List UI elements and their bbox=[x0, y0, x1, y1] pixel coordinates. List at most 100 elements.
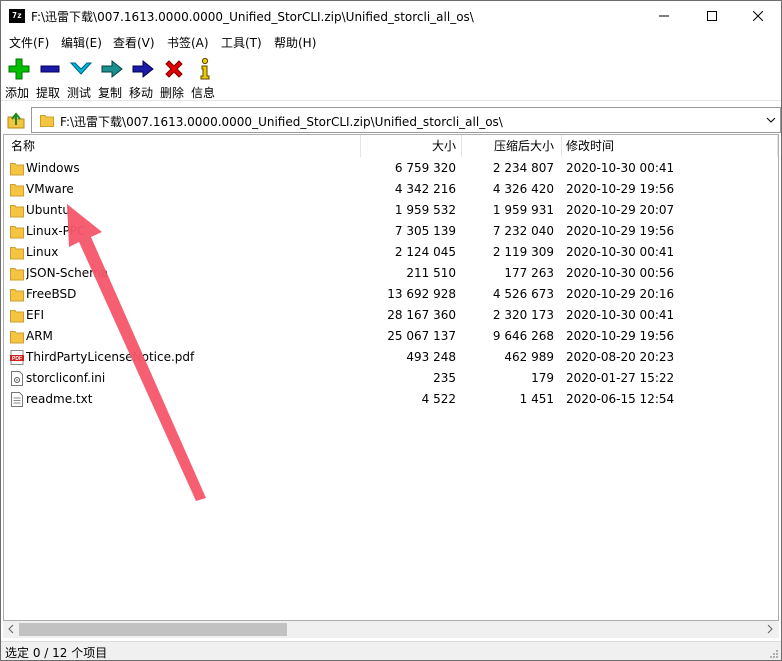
file-name: Linux bbox=[26, 245, 59, 259]
text-file-icon bbox=[11, 392, 23, 407]
app-window: 7z F:\迅雷下载\007.1613.0000.0000_Unified_St… bbox=[0, 0, 782, 661]
file-name: JSON-Schema bbox=[26, 266, 109, 280]
table-row[interactable]: Windows 6 759 320 2 234 807 2020-10-30 00:4… bbox=[4, 158, 778, 179]
table-row[interactable]: JSON-Schema 211 510 177 263 2020-10-30 00:5… bbox=[4, 263, 778, 284]
chevron-down-icon[interactable] bbox=[765, 114, 777, 126]
file-packed-size: 4 526 673 bbox=[492, 287, 554, 301]
file-name: ARM bbox=[26, 329, 53, 343]
copy-button[interactable]: 复制 bbox=[98, 55, 130, 100]
column-size[interactable]: 大小 bbox=[364, 135, 456, 157]
file-packed-size: 1 451 bbox=[519, 392, 554, 406]
move-label: 移动 bbox=[129, 86, 154, 100]
menu-bookmarks[interactable]: 书签(A) bbox=[167, 34, 209, 51]
column-divider[interactable] bbox=[461, 135, 462, 157]
column-divider[interactable] bbox=[561, 135, 562, 157]
file-packed-size: 2 119 309 bbox=[492, 245, 554, 259]
test-button[interactable]: 测试 bbox=[67, 55, 99, 100]
file-packed-size: 177 263 bbox=[504, 266, 554, 280]
menu-file[interactable]: 文件(F) bbox=[9, 34, 49, 51]
table-row[interactable]: Linux-PPC 7 305 139 7 232 040 2020-10-29 19… bbox=[4, 221, 778, 242]
column-modified[interactable]: 修改时间 bbox=[566, 135, 614, 157]
table-row[interactable]: Ubuntu 1 959 532 1 959 931 2020-10-29 20:07 bbox=[4, 200, 778, 221]
file-modified: 2020-10-29 19:56 bbox=[566, 182, 675, 196]
maximize-button[interactable] bbox=[689, 1, 735, 31]
file-name: Ubuntu bbox=[26, 203, 70, 217]
folder-icon bbox=[10, 247, 24, 260]
address-path: F:\迅雷下载\007.1613.0000.0000_Unified_StorC… bbox=[60, 115, 503, 129]
delete-icon bbox=[165, 60, 183, 78]
app-icon: 7z bbox=[9, 9, 25, 23]
title-bar[interactable]: 7z F:\迅雷下载\007.1613.0000.0000_Unified_St… bbox=[1, 1, 781, 31]
file-size: 7 305 139 bbox=[394, 224, 456, 238]
delete-button[interactable]: 删除 bbox=[160, 55, 192, 100]
folder-icon bbox=[10, 205, 24, 218]
file-size: 235 bbox=[433, 371, 456, 385]
status-bar: 选定 0 / 12 个项目 bbox=[1, 641, 781, 660]
table-row[interactable]: EFI 28 167 360 2 320 173 2020-10-30 00:41 bbox=[4, 305, 778, 326]
column-divider[interactable] bbox=[360, 135, 361, 157]
folder-up-button[interactable] bbox=[5, 109, 27, 131]
horizontal-scrollbar[interactable] bbox=[3, 621, 779, 638]
scrollbar-thumb[interactable] bbox=[19, 623, 287, 636]
file-name: Windows bbox=[26, 161, 80, 175]
menu-view[interactable]: 查看(V) bbox=[113, 34, 155, 51]
file-packed-size: 2 320 173 bbox=[492, 308, 554, 322]
folder-icon bbox=[10, 331, 24, 344]
file-modified: 2020-10-29 20:16 bbox=[566, 287, 675, 301]
move-icon bbox=[132, 59, 154, 79]
file-name: Linux-PPC bbox=[26, 224, 86, 238]
file-size: 28 167 360 bbox=[387, 308, 456, 322]
file-packed-size: 2 234 807 bbox=[492, 161, 554, 175]
resize-grip-icon[interactable] bbox=[769, 649, 779, 659]
menu-tools[interactable]: 工具(T) bbox=[221, 34, 262, 51]
file-modified: 2020-10-30 00:41 bbox=[566, 308, 675, 322]
file-modified: 2020-01-27 15:22 bbox=[566, 371, 675, 385]
add-label: 添加 bbox=[5, 86, 30, 100]
address-bar: F:\迅雷下载\007.1613.0000.0000_Unified_StorC… bbox=[1, 105, 781, 133]
window-title: F:\迅雷下载\007.1613.0000.0000_Unified_StorC… bbox=[31, 10, 474, 24]
folder-icon bbox=[10, 163, 24, 176]
add-button[interactable]: 添加 bbox=[5, 55, 37, 100]
minimize-button[interactable] bbox=[641, 1, 687, 31]
folder-icon bbox=[10, 184, 24, 197]
file-packed-size: 7 232 040 bbox=[492, 224, 554, 238]
table-row[interactable]: readme.txt 4 522 1 451 2020-06-15 12:54 bbox=[4, 389, 778, 410]
file-list: 名称 大小 压缩后大小 修改时间 Windows 6 759 320 2 234 8… bbox=[3, 134, 779, 621]
menu-edit[interactable]: 编辑(E) bbox=[61, 34, 102, 51]
close-icon bbox=[753, 11, 763, 21]
scroll-left-icon[interactable] bbox=[6, 624, 16, 634]
file-size: 211 510 bbox=[406, 266, 456, 280]
settings-file-icon bbox=[11, 371, 23, 386]
address-input[interactable]: F:\迅雷下载\007.1613.0000.0000_Unified_StorC… bbox=[31, 107, 781, 133]
file-size: 1 959 532 bbox=[394, 203, 456, 217]
table-row[interactable]: PDF ThirdPartyLicenseNotice.pdf 493 248 462… bbox=[4, 347, 778, 368]
minimize-icon bbox=[659, 15, 669, 17]
extract-button[interactable]: 提取 bbox=[36, 55, 68, 100]
file-modified: 2020-10-30 00:41 bbox=[566, 245, 675, 259]
scroll-right-icon[interactable] bbox=[765, 624, 775, 634]
move-button[interactable]: 移动 bbox=[129, 55, 161, 100]
table-row[interactable]: Linux 2 124 045 2 119 309 2020-10-30 00:41 bbox=[4, 242, 778, 263]
menu-help[interactable]: 帮助(H) bbox=[274, 34, 316, 51]
column-divider[interactable] bbox=[777, 135, 778, 157]
delete-label: 删除 bbox=[160, 86, 185, 100]
folder-icon bbox=[40, 115, 54, 127]
table-row[interactable]: storcliconf.ini 235 179 2020-01-27 15:22 bbox=[4, 368, 778, 389]
copy-icon bbox=[101, 59, 123, 79]
test-icon bbox=[69, 62, 93, 75]
close-button[interactable] bbox=[735, 1, 781, 31]
column-packed-size[interactable]: 压缩后大小 bbox=[464, 135, 554, 157]
pdf-file-icon: PDF bbox=[10, 350, 24, 365]
file-size: 493 248 bbox=[406, 350, 456, 364]
file-modified: 2020-06-15 12:54 bbox=[566, 392, 675, 406]
folder-icon bbox=[10, 289, 24, 302]
folder-icon bbox=[10, 226, 24, 239]
table-row[interactable]: ARM 25 067 137 9 646 268 2020-10-29 19:56 bbox=[4, 326, 778, 347]
info-button[interactable]: 信息 bbox=[191, 55, 223, 100]
table-row[interactable]: VMware 4 342 216 4 326 420 2020-10-29 19:56 bbox=[4, 179, 778, 200]
file-size: 4 522 bbox=[421, 392, 456, 406]
file-name: ThirdPartyLicenseNotice.pdf bbox=[26, 350, 195, 364]
column-name[interactable]: 名称 bbox=[11, 135, 35, 157]
table-row[interactable]: FreeBSD 13 692 928 4 526 673 2020-10-29 20:… bbox=[4, 284, 778, 305]
file-packed-size: 4 326 420 bbox=[492, 182, 554, 196]
